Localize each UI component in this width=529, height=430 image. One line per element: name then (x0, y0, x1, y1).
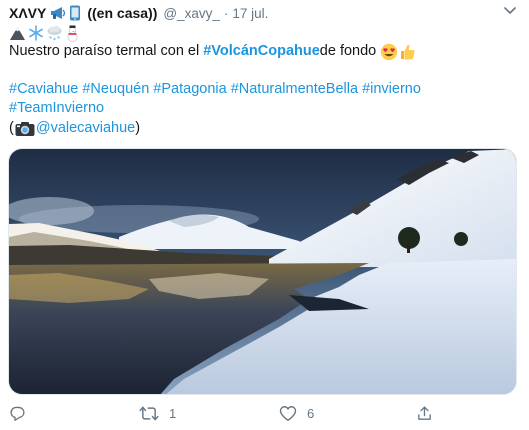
timestamp[interactable]: 17 jul. (232, 6, 268, 21)
heart-eyes-icon (381, 43, 398, 60)
credit-open-paren: ( (9, 120, 14, 136)
credit-close-paren: ) (135, 120, 141, 136)
heart-icon[interactable] (279, 405, 297, 422)
user-handle[interactable]: @_xavy_ (163, 6, 219, 21)
retweet-count: 1 (169, 406, 177, 421)
share-icon[interactable] (416, 405, 433, 422)
retweet-icon[interactable] (139, 405, 159, 422)
reply-icon[interactable] (9, 405, 26, 422)
credit-handle[interactable]: @valecaviahue (36, 119, 135, 138)
landscape-photo (9, 149, 516, 394)
tweet-card[interactable]: XΛVY ((en casa)) @_xavy_ · 17 jul. Nuest… (0, 0, 529, 430)
tweet-text-after: de fondo (319, 43, 377, 59)
mountain-icon (10, 27, 25, 40)
hashtags-line-1[interactable]: #Caviahue #Neuquén #Patagonia #Naturalme… (9, 80, 421, 99)
hashtag-volcan-copahue[interactable]: #VolcánCopahue (203, 42, 320, 61)
cloud-snow-icon (47, 25, 62, 41)
like-action[interactable]: 6 (279, 405, 314, 422)
tweet-header: XΛVY ((en casa)) @_xavy_ · 17 jul. (9, 4, 268, 22)
retweet-action[interactable]: 1 (139, 405, 176, 422)
camera-icon (15, 121, 35, 136)
display-name-suffix: ((en casa)) (87, 5, 158, 21)
like-count: 6 (307, 406, 315, 421)
tweet-actions: 1 6 (0, 405, 529, 425)
tweet-photo[interactable] (8, 148, 517, 395)
phone-icon (70, 5, 81, 21)
display-name[interactable]: XΛVY (9, 5, 46, 21)
hashtags-line-2[interactable]: #TeamInvierno (9, 99, 104, 118)
emoji-line (9, 24, 80, 42)
reply-action[interactable] (9, 405, 36, 422)
snowman-icon (67, 25, 78, 42)
name-emojis (50, 5, 81, 21)
chevron-down-icon[interactable] (503, 6, 517, 16)
photo-credit: ( @valecaviahue ) (9, 119, 140, 138)
snowflake-icon (29, 25, 43, 41)
tweet-text-intro: Nuestro paraíso termal con el (9, 43, 200, 59)
separator-dot: · (223, 5, 229, 21)
thumbs-up-icon (401, 44, 415, 59)
share-action[interactable] (416, 405, 443, 422)
tweet-text-line: Nuestro paraíso termal con el #VolcánCop… (9, 42, 416, 61)
megaphone-icon (51, 7, 66, 19)
